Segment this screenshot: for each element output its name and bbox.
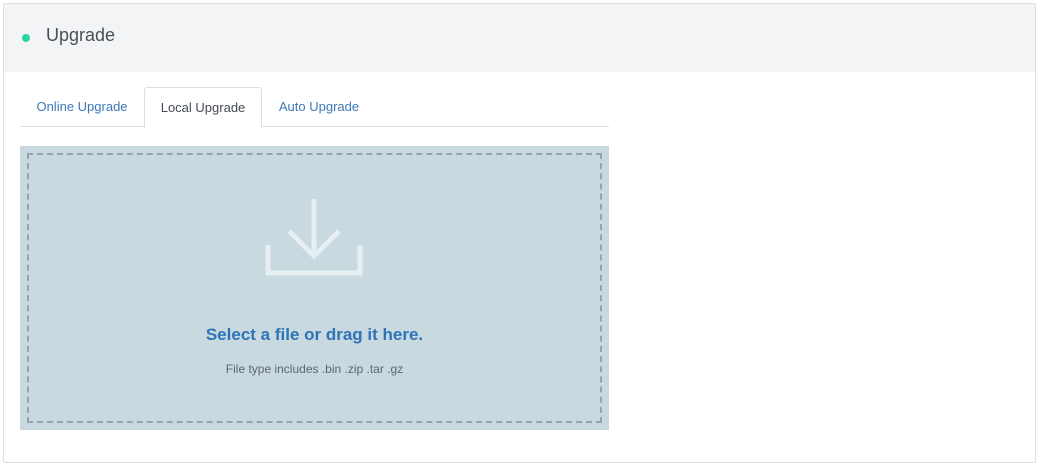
dropzone-title: Select a file or drag it here.	[205, 325, 424, 344]
upgrade-panel: Upgrade Online Upgrade Local Upgrade Aut…	[3, 3, 1036, 463]
dropzone-file-types: File type includes .bin .zip .tar .gz	[225, 362, 404, 376]
tab-auto-upgrade[interactable]: Auto Upgrade	[262, 87, 376, 127]
upgrade-tabs: Online Upgrade Local Upgrade Auto Upgrad…	[20, 87, 609, 128]
status-dot-icon	[22, 34, 30, 42]
tab-local-upgrade[interactable]: Local Upgrade	[144, 87, 262, 128]
dropzone-border: Select a file or drag it here. File type…	[27, 153, 602, 423]
tab-online-upgrade[interactable]: Online Upgrade	[20, 87, 144, 127]
panel-header: Upgrade	[4, 4, 1035, 72]
panel-title: Upgrade	[46, 25, 116, 45]
download-tray-icon	[265, 199, 363, 276]
file-dropzone[interactable]: Select a file or drag it here. File type…	[20, 146, 609, 430]
